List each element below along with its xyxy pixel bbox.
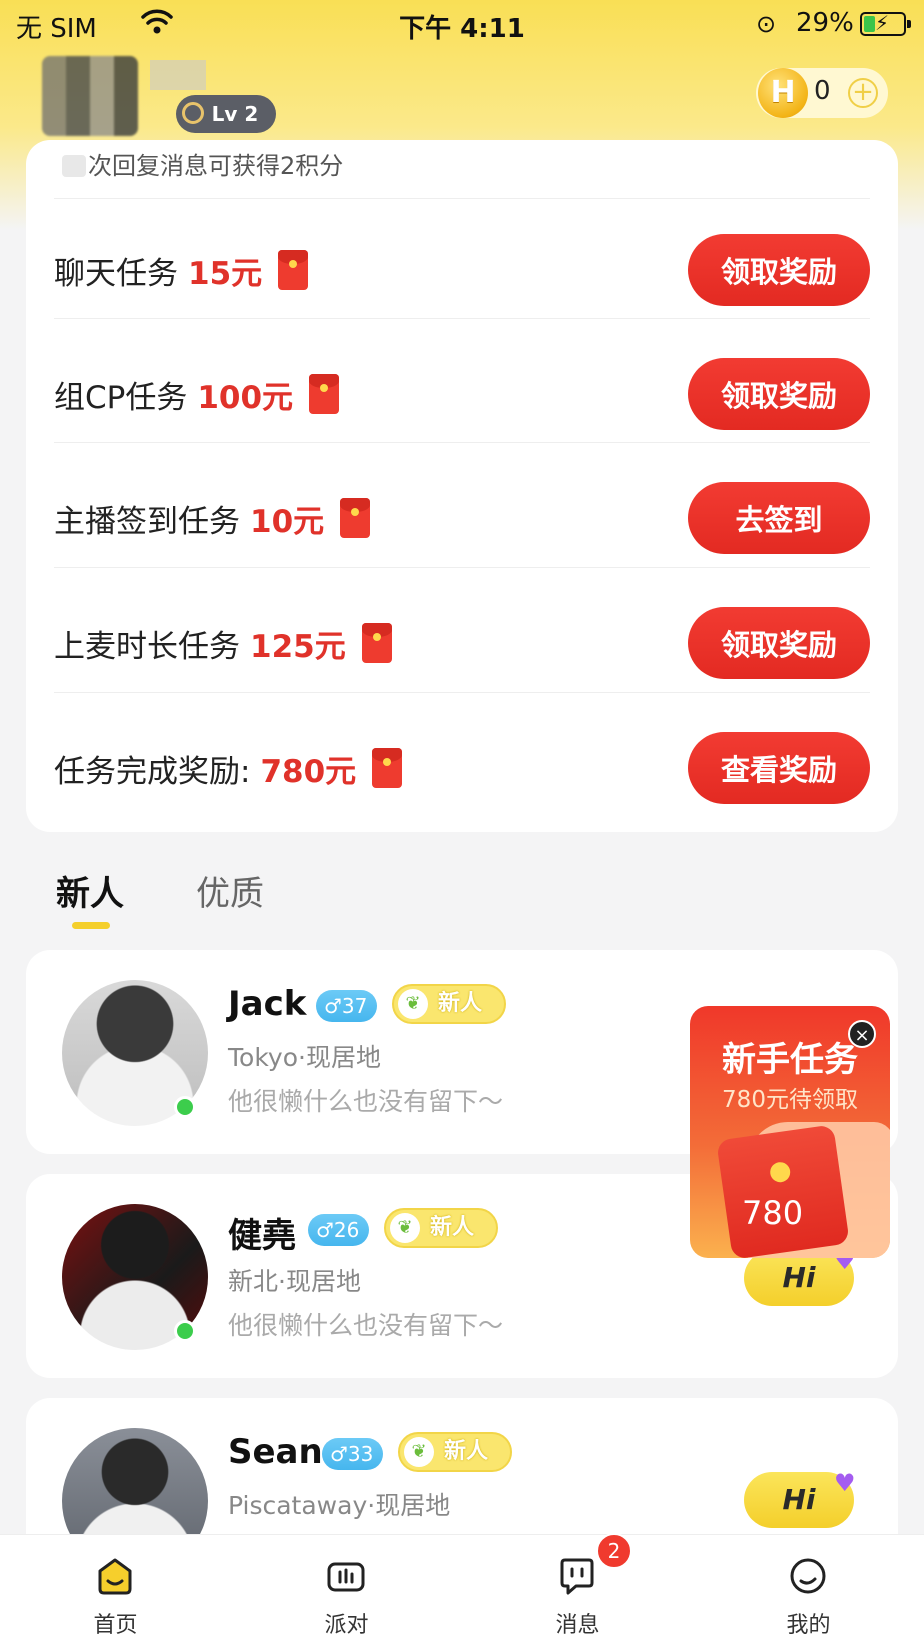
divider [54,442,870,443]
tab-new-users[interactable]: 新人 [56,866,124,915]
claim-reward-button[interactable]: 领取奖励 [688,607,870,679]
task-label: 任务完成奖励: 780元 [54,746,403,791]
newcomer-badge: ❦ 新人 [392,984,506,1024]
nav-item-party[interactable]: 派对 [231,1535,462,1644]
divider [54,318,870,319]
divider [54,567,870,568]
task-row-cp: 组CP任务 100元 领取奖励 [0,332,924,456]
claim-reward-button[interactable]: 领取奖励 [688,358,870,430]
level-badge: Lv 2 [176,95,276,133]
newcomer-badge: ❦ 新人 [398,1432,512,1472]
online-status-dot [174,1096,196,1118]
gender-age-badge: ♂37 [316,990,378,1022]
divider [54,692,870,693]
check-in-button[interactable]: 去签到 [688,482,870,554]
task-amount: 100元 [197,380,294,416]
red-packet-icon [278,250,309,290]
battery-fill [864,16,875,32]
newbie-task-subtitle: 780元待领取 [722,1087,858,1113]
user-name: 健堯 [228,1216,296,1256]
user-location: Piscataway·现居地 [228,1491,451,1520]
sprout-icon: ❦ [398,989,428,1019]
profile-circle-icon [790,1558,826,1594]
level-ring-icon [182,102,204,124]
home-face-icon [98,1558,132,1595]
active-tab-indicator [72,922,110,929]
view-reward-button[interactable]: 查看奖励 [688,732,870,804]
red-packet-icon [340,498,371,538]
my-avatar[interactable] [42,56,138,136]
user-name: Jack [228,984,307,1024]
coin-count: 0 [814,76,831,106]
heart-icon: ♥ [834,1469,856,1497]
task-row-mic-time: 上麦时长任务 125元 领取奖励 [0,581,924,705]
user-name: Sean [228,1432,323,1472]
online-status-dot [174,1320,196,1342]
task-amount: 780元 [260,754,357,790]
task-amount: 10元 [250,504,325,540]
add-coins-button[interactable]: + [848,78,878,108]
task-amount: 15元 [188,256,263,292]
task-tip: 次回复消息可获得2积分 [62,146,343,181]
task-label: 主播签到任务 10元 [54,496,371,541]
party-tv-icon [327,1562,365,1592]
nav-item-profile[interactable]: 我的 [693,1535,924,1644]
nav-label: 消息 [555,1613,600,1638]
blurred-count [62,155,86,177]
newcomer-badge: ❦ 新人 [384,1208,498,1248]
my-nickname-blurred [150,60,206,90]
nav-label: 我的 [786,1613,831,1638]
red-packet-icon [309,374,340,414]
nav-item-home[interactable]: 首页 [0,1535,231,1644]
battery-icon: ⚡ [860,11,911,36]
sprout-icon: ❦ [390,1213,420,1243]
red-packet-icon [372,748,403,788]
task-label: 上麦时长任务 125元 [54,621,392,666]
charging-icon: ⚡ [875,11,890,35]
user-location: Tokyo·现居地 [228,1043,381,1072]
nav-label: 派对 [324,1613,369,1638]
close-icon[interactable]: × [848,1020,876,1048]
task-label: 聊天任务 15元 [54,248,309,293]
tab-quality-users[interactable]: 优质 [196,866,264,915]
claim-reward-button[interactable]: 领取奖励 [688,234,870,306]
unread-badge: 2 [596,1533,632,1569]
red-packet-icon [361,623,392,663]
task-row-checkin: 主播签到任务 10元 去签到 [0,456,924,580]
chat-bubble-icon [560,1558,594,1595]
user-location: 新北·现居地 [228,1267,361,1296]
task-label: 组CP任务 100元 [54,372,340,417]
nav-item-messages[interactable]: 2 消息 [462,1533,693,1644]
sprout-icon: ❦ [404,1437,434,1467]
rotation-lock-icon: ⊙ [756,10,777,38]
battery-percent: 29% [796,8,854,38]
task-row-completion: 任务完成奖励: 780元 查看奖励 [0,706,924,830]
status-bar: 无 SIM 下午 4:11 ⊙ 29% ⚡ [0,0,924,48]
task-row-chat: 聊天任务 15元 领取奖励 [0,208,924,332]
coin-icon: H [758,68,808,118]
divider [54,198,870,199]
gender-age-badge: ♂26 [308,1214,370,1246]
task-amount: 125元 [250,629,346,665]
level-label: Lv 2 [211,102,259,126]
user-bio: 他很懒什么也没有留下～ [228,1087,504,1116]
clock: 下午 4:11 [399,14,525,44]
newbie-task-amount: 780 [742,1194,804,1232]
gender-age-badge: ♂33 [322,1438,384,1470]
red-packet-icon [716,1124,850,1258]
nav-label: 首页 [93,1613,138,1638]
user-bio: 他很懒什么也没有留下～ [228,1311,504,1340]
bottom-nav: 首页 派对 2 消息 我的 [0,1533,924,1644]
